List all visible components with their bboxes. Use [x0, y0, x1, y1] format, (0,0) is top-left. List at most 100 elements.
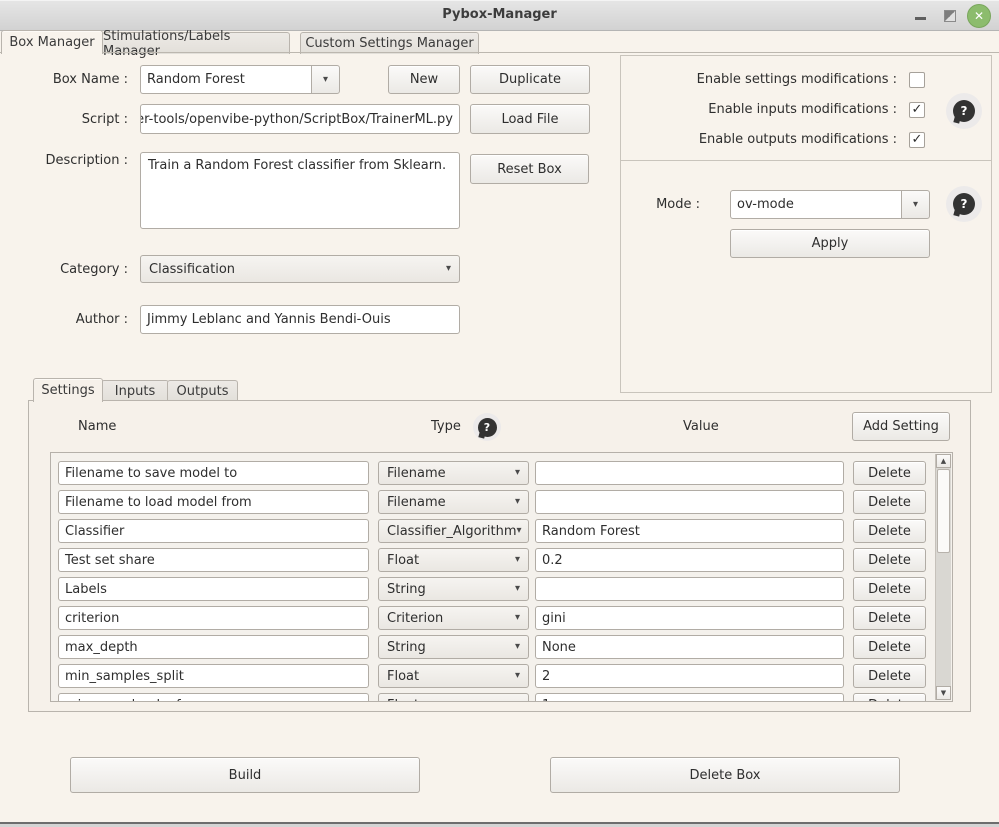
delete-setting-button[interactable]: Delete	[853, 490, 926, 514]
tab-inputs[interactable]: Inputs	[101, 380, 169, 402]
setting-value-input[interactable]: 0.2	[535, 548, 844, 572]
duplicate-button[interactable]: Duplicate	[470, 65, 590, 94]
check-icon: ✓	[912, 102, 923, 117]
column-header-value: Value	[683, 419, 719, 434]
setting-value-input[interactable]	[535, 490, 844, 514]
enable-outputs-checkbox[interactable]: ✓	[909, 132, 925, 148]
restore-icon[interactable]	[944, 10, 956, 22]
new-button[interactable]: New	[388, 65, 460, 94]
settings-list: Filename to save model to Filename▾ Delete…	[50, 452, 953, 702]
setting-row: Filename to load model from Filename▾ Dele…	[51, 490, 936, 514]
window-title: Pybox-Manager	[0, 7, 999, 22]
chevron-down-icon: ▾	[913, 200, 918, 210]
chevron-down-icon: ▾	[515, 613, 520, 623]
delete-setting-button[interactable]: Delete	[853, 693, 926, 702]
enable-inputs-label: Enable inputs modifications :	[630, 102, 897, 117]
setting-type-select[interactable]: Filename▾	[378, 461, 529, 485]
tab-custom-settings-manager[interactable]: Custom Settings Manager	[300, 32, 479, 54]
delete-setting-button[interactable]: Delete	[853, 635, 926, 659]
setting-value-input[interactable]: None	[535, 635, 844, 659]
build-button[interactable]: Build	[70, 757, 420, 793]
check-icon: ✓	[912, 132, 923, 147]
chevron-down-icon: ▾	[515, 700, 520, 702]
chevron-down-icon: ▾	[515, 497, 520, 507]
minimize-icon[interactable]	[915, 17, 926, 20]
delete-setting-button[interactable]: Delete	[853, 461, 926, 485]
setting-type-select[interactable]: String▾	[378, 577, 529, 601]
delete-setting-button[interactable]: Delete	[853, 664, 926, 688]
setting-type-select[interactable]: Filename▾	[378, 490, 529, 514]
setting-name-input[interactable]: criterion	[58, 606, 369, 630]
setting-type-select[interactable]: Float▾	[378, 693, 529, 702]
window-bottom-edge	[0, 820, 999, 827]
box-name-input[interactable]: Random Forest	[140, 65, 311, 94]
add-setting-button[interactable]: Add Setting	[852, 412, 950, 441]
chevron-down-icon: ▾	[515, 671, 520, 681]
setting-name-input[interactable]: min_samples_split	[58, 664, 369, 688]
scrollbar-thumb[interactable]	[937, 469, 950, 553]
description-label: Description :	[0, 153, 128, 168]
box-name-label: Box Name :	[0, 72, 128, 87]
tab-strip-divider	[0, 52, 999, 53]
script-input[interactable]: eloper-tools/openvibe-python/ScriptBox/T…	[140, 104, 460, 134]
setting-name-input[interactable]: min_samples_leaf	[58, 693, 369, 702]
setting-type-select[interactable]: String▾	[378, 635, 529, 659]
description-textarea[interactable]: Train a Random Forest classifier from Sk…	[140, 152, 460, 229]
setting-row: min_samples_leaf Float▾ 1 Delete	[51, 693, 936, 702]
setting-value-input[interactable]	[535, 461, 844, 485]
category-select[interactable]: Classification ▾	[140, 255, 460, 283]
category-label: Category :	[0, 262, 128, 277]
setting-value-input[interactable]	[535, 577, 844, 601]
app-window: Pybox-Manager ✕ Box Manager Stimulations…	[0, 0, 999, 827]
delete-setting-button[interactable]: Delete	[853, 548, 926, 572]
apply-button[interactable]: Apply	[730, 229, 930, 258]
delete-setting-button[interactable]: Delete	[853, 577, 926, 601]
setting-type-select[interactable]: Float▾	[378, 548, 529, 572]
settings-scrollbar[interactable]: ▲ ▼	[935, 454, 951, 700]
setting-value-input[interactable]: 1	[535, 693, 844, 702]
enable-outputs-label: Enable outputs modifications :	[630, 132, 897, 147]
tab-settings[interactable]: Settings	[33, 378, 103, 402]
mode-input[interactable]: ov-mode	[730, 190, 901, 219]
load-file-button[interactable]: Load File	[470, 104, 590, 134]
delete-box-button[interactable]: Delete Box	[550, 757, 900, 793]
box-name-combobox[interactable]: Random Forest ▾	[140, 65, 340, 94]
tab-outputs[interactable]: Outputs	[167, 380, 238, 402]
setting-value-input[interactable]: gini	[535, 606, 844, 630]
enable-settings-checkbox[interactable]: ✓	[909, 72, 925, 88]
mode-help-icon[interactable]: ?	[946, 186, 982, 222]
setting-row: Labels String▾ Delete	[51, 577, 936, 601]
setting-value-input[interactable]: Random Forest	[535, 519, 844, 543]
delete-setting-button[interactable]: Delete	[853, 606, 926, 630]
modifications-help-icon[interactable]: ?	[946, 93, 982, 129]
delete-setting-button[interactable]: Delete	[853, 519, 926, 543]
mode-combobox[interactable]: ov-mode ▾	[730, 190, 930, 219]
scroll-up-icon[interactable]: ▲	[936, 454, 951, 468]
chevron-down-icon: ▾	[515, 555, 520, 565]
chevron-down-icon: ▾	[515, 584, 520, 594]
box-name-dropdown-button[interactable]: ▾	[311, 65, 340, 94]
setting-type-select[interactable]: Criterion▾	[378, 606, 529, 630]
setting-row: Filename to save model to Filename▾ Delete	[51, 461, 936, 485]
author-input[interactable]: Jimmy Leblanc and Yannis Bendi-Ouis	[140, 305, 460, 334]
setting-value-input[interactable]: 2	[535, 664, 844, 688]
reset-box-button[interactable]: Reset Box	[470, 154, 589, 184]
chevron-down-icon: ▾	[517, 526, 522, 536]
mode-dropdown-button[interactable]: ▾	[901, 190, 930, 219]
chevron-down-icon: ▾	[446, 264, 451, 274]
setting-type-select[interactable]: Classifier_Algorithm▾	[378, 519, 529, 543]
setting-name-input[interactable]: Filename to save model to	[58, 461, 369, 485]
scroll-down-icon[interactable]: ▼	[936, 686, 951, 700]
tab-stimulations-labels-manager[interactable]: Stimulations/Labels Manager	[102, 32, 290, 54]
tab-box-manager[interactable]: Box Manager	[1, 30, 103, 54]
setting-name-input[interactable]: Test set share	[58, 548, 369, 572]
setting-type-select[interactable]: Float▾	[378, 664, 529, 688]
enable-inputs-checkbox[interactable]: ✓	[909, 102, 925, 118]
setting-name-input[interactable]: Classifier	[58, 519, 369, 543]
close-icon[interactable]: ✕	[967, 4, 991, 28]
type-help-icon[interactable]: ?	[473, 413, 501, 441]
setting-row: Test set share Float▾0.2 Delete	[51, 548, 936, 572]
setting-name-input[interactable]: Filename to load model from	[58, 490, 369, 514]
setting-name-input[interactable]: max_depth	[58, 635, 369, 659]
setting-name-input[interactable]: Labels	[58, 577, 369, 601]
